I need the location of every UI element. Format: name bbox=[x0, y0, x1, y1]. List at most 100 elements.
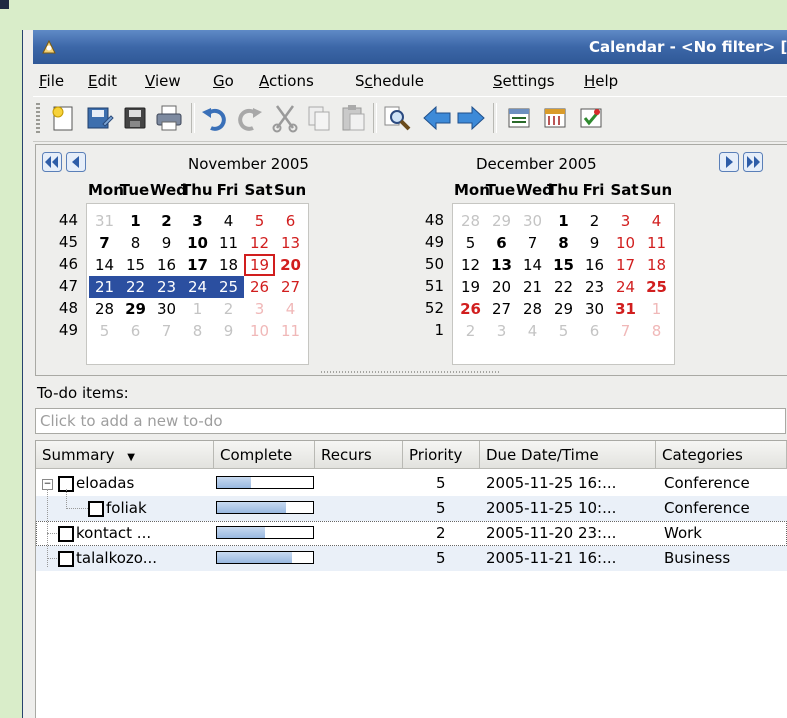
redo-icon[interactable] bbox=[233, 102, 265, 134]
day-cell[interactable]: 7 bbox=[151, 320, 182, 342]
week-number[interactable]: 51 bbox=[420, 275, 444, 297]
day-cell[interactable]: 19 bbox=[455, 276, 486, 298]
day-cell[interactable]: 16 bbox=[151, 254, 182, 276]
day-cell[interactable]: 23 bbox=[579, 276, 610, 298]
day-cell[interactable]: 12 bbox=[244, 232, 275, 254]
day-cell[interactable]: 6 bbox=[579, 320, 610, 342]
day-cell[interactable]: 3 bbox=[244, 298, 275, 320]
day-cell[interactable]: 29 bbox=[120, 298, 151, 320]
copy-icon[interactable] bbox=[303, 102, 335, 134]
todo-row[interactable]: foliak 5 2005-11-25 10:... Conference bbox=[36, 496, 787, 521]
day-cell[interactable]: 29 bbox=[486, 210, 517, 232]
todo-row[interactable]: kontact ... 2 2005-11-20 23:... Work bbox=[36, 521, 787, 546]
day-cell[interactable]: 3 bbox=[486, 320, 517, 342]
day-cell[interactable]: 24 bbox=[182, 276, 213, 298]
todo-checkbox[interactable] bbox=[88, 501, 104, 517]
day-cell[interactable]: 31 bbox=[89, 210, 120, 232]
day-cell[interactable]: 30 bbox=[517, 210, 548, 232]
day-cell[interactable]: 12 bbox=[455, 254, 486, 276]
todo-checkbox[interactable] bbox=[58, 551, 74, 567]
week-number[interactable]: 48 bbox=[420, 209, 444, 231]
menu-schedule[interactable]: Schedule bbox=[355, 72, 424, 90]
day-cell[interactable]: 7 bbox=[89, 232, 120, 254]
column-header-recurs[interactable]: Recurs bbox=[315, 441, 403, 469]
day-cell[interactable]: 16 bbox=[579, 254, 610, 276]
menu-help[interactable]: Help bbox=[584, 72, 618, 90]
day-cell[interactable]: 28 bbox=[455, 210, 486, 232]
day-cell[interactable]: 31 bbox=[610, 298, 641, 320]
day-cell[interactable]: 15 bbox=[120, 254, 151, 276]
day-cell[interactable]: 7 bbox=[517, 232, 548, 254]
day-cell[interactable]: 21 bbox=[517, 276, 548, 298]
day-cell[interactable]: 28 bbox=[89, 298, 120, 320]
day-cell[interactable]: 8 bbox=[641, 320, 672, 342]
save-icon[interactable] bbox=[83, 102, 115, 134]
completion-bar[interactable] bbox=[216, 476, 314, 489]
week-number[interactable]: 47 bbox=[54, 275, 78, 297]
day-cell[interactable]: 9 bbox=[579, 232, 610, 254]
prev-year-icon[interactable] bbox=[42, 152, 62, 172]
floppy-icon[interactable] bbox=[119, 102, 151, 134]
day-cell[interactable]: 27 bbox=[275, 276, 306, 298]
menu-actions[interactable]: Actions bbox=[259, 72, 314, 90]
day-cell[interactable]: 2 bbox=[213, 298, 244, 320]
day-cell[interactable]: 10 bbox=[182, 232, 213, 254]
print-icon[interactable] bbox=[153, 102, 185, 134]
day-cell[interactable]: 8 bbox=[548, 232, 579, 254]
day-cell[interactable]: 15 bbox=[548, 254, 579, 276]
completion-bar[interactable] bbox=[216, 551, 314, 564]
day-cell[interactable]: 17 bbox=[182, 254, 213, 276]
day-cell[interactable]: 14 bbox=[89, 254, 120, 276]
day-cell[interactable]: 26 bbox=[455, 298, 486, 320]
day-cell[interactable]: 6 bbox=[486, 232, 517, 254]
week-number[interactable]: 46 bbox=[54, 253, 78, 275]
day-cell[interactable]: 2 bbox=[151, 210, 182, 232]
day-cell[interactable]: 2 bbox=[455, 320, 486, 342]
panel-splitter[interactable] bbox=[321, 371, 501, 373]
todo-row[interactable]: − eloadas 5 2005-11-25 16:... Conference bbox=[36, 471, 787, 496]
column-header-categories[interactable]: Categories bbox=[656, 441, 787, 469]
week-number[interactable]: 52 bbox=[420, 297, 444, 319]
day-cell[interactable]: 8 bbox=[182, 320, 213, 342]
day-cell[interactable]: 17 bbox=[610, 254, 641, 276]
title-bar[interactable]: Calendar - <No filter> [n bbox=[33, 30, 787, 64]
completion-bar[interactable] bbox=[216, 526, 314, 539]
app-icon[interactable] bbox=[39, 37, 59, 57]
day-cell[interactable]: 20 bbox=[275, 254, 306, 276]
todo-row[interactable]: talalkozo... 5 2005-11-21 16:... Business bbox=[36, 546, 787, 571]
menu-file[interactable]: File bbox=[39, 72, 64, 90]
week-number[interactable]: 44 bbox=[54, 209, 78, 231]
day-cell[interactable]: 9 bbox=[151, 232, 182, 254]
column-header-due[interactable]: Due Date/Time bbox=[480, 441, 656, 469]
month-title[interactable]: November 2005 bbox=[188, 155, 309, 173]
day-cell[interactable]: 11 bbox=[275, 320, 306, 342]
day-cell[interactable]: 30 bbox=[151, 298, 182, 320]
day-cell[interactable]: 1 bbox=[641, 298, 672, 320]
day-cell[interactable]: 1 bbox=[120, 210, 151, 232]
month-title[interactable]: December 2005 bbox=[476, 155, 597, 173]
day-cell[interactable]: 13 bbox=[486, 254, 517, 276]
new-icon[interactable] bbox=[47, 102, 79, 134]
day-cell[interactable]: 7 bbox=[610, 320, 641, 342]
menu-go[interactable]: Go bbox=[213, 72, 234, 90]
day-cell[interactable]: 25 bbox=[641, 276, 672, 298]
forward-arrow-icon[interactable] bbox=[455, 102, 487, 134]
day-cell[interactable]: 18 bbox=[641, 254, 672, 276]
day-cell[interactable]: 5 bbox=[455, 232, 486, 254]
day-cell[interactable]: 6 bbox=[275, 210, 306, 232]
day-cell[interactable]: 4 bbox=[275, 298, 306, 320]
day-cell[interactable]: 8 bbox=[120, 232, 151, 254]
day-cell[interactable]: 11 bbox=[641, 232, 672, 254]
day-cell[interactable]: 4 bbox=[213, 210, 244, 232]
todo-checkbox[interactable] bbox=[58, 526, 74, 542]
week-number[interactable]: 48 bbox=[54, 297, 78, 319]
day-cell[interactable]: 29 bbox=[548, 298, 579, 320]
column-header-complete[interactable]: Complete bbox=[214, 441, 315, 469]
week-number[interactable]: 49 bbox=[420, 231, 444, 253]
day-cell[interactable]: 22 bbox=[120, 276, 151, 298]
new-todo-input[interactable] bbox=[35, 408, 786, 434]
week-number[interactable]: 49 bbox=[54, 319, 78, 341]
day-cell[interactable]: 28 bbox=[517, 298, 548, 320]
day-cell[interactable]: 20 bbox=[486, 276, 517, 298]
next-year-icon[interactable] bbox=[743, 152, 763, 172]
